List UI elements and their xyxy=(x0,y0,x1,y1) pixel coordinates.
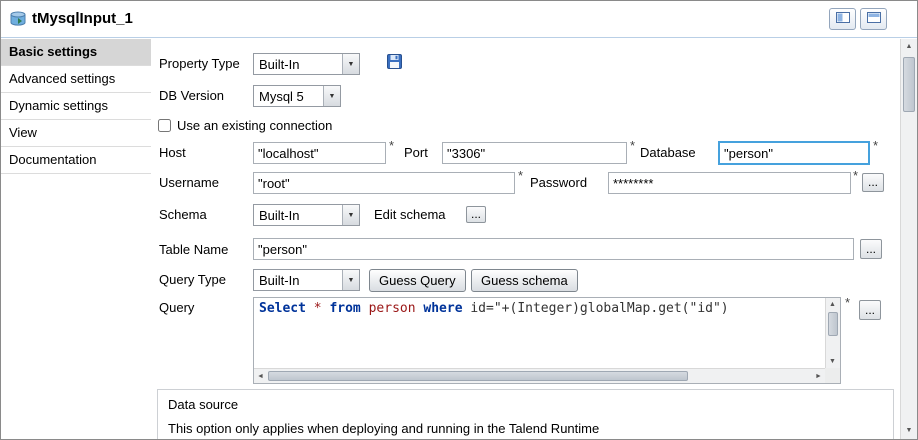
tab-advanced-settings[interactable]: Advanced settings xyxy=(1,66,151,93)
guess-schema-button[interactable]: Guess schema xyxy=(471,269,578,292)
property-type-value: Built-In xyxy=(254,54,342,74)
scrollbar-corner xyxy=(825,368,840,383)
password-input[interactable] xyxy=(608,172,851,194)
db-version-label: DB Version xyxy=(159,85,224,107)
database-required-marker: * xyxy=(873,138,878,153)
database-input[interactable] xyxy=(719,142,869,164)
tab-view[interactable]: View xyxy=(1,120,151,147)
schema-label: Schema xyxy=(159,204,207,226)
mysql-input-component-icon xyxy=(9,11,27,32)
query-type-value: Built-In xyxy=(254,270,342,290)
query-type-select[interactable]: Built-In ▼ xyxy=(253,269,360,291)
host-input[interactable] xyxy=(253,142,386,164)
edit-schema-label: Edit schema xyxy=(374,204,446,226)
scroll-left-icon[interactable]: ◄ xyxy=(254,370,267,383)
query-vscroll-thumb[interactable] xyxy=(828,312,838,336)
layout-horizontal-icon xyxy=(836,10,850,28)
chevron-down-icon: ▼ xyxy=(348,277,355,284)
table-name-label: Table Name xyxy=(159,239,228,261)
component-settings-panel: tMysqlInput_1 Basic settings Advanced se… xyxy=(0,0,918,440)
panel-vertical-scrollbar[interactable]: ▲ ▼ xyxy=(900,39,917,439)
query-editor[interactable]: Select * from person where id="+(Integer… xyxy=(253,297,841,384)
header: tMysqlInput_1 xyxy=(1,1,917,38)
database-label: Database xyxy=(640,142,696,164)
username-input[interactable] xyxy=(253,172,515,194)
layout-horizontal-button[interactable] xyxy=(829,8,856,30)
scroll-up-icon[interactable]: ▲ xyxy=(826,298,839,311)
query-required-marker: * xyxy=(845,295,850,310)
db-version-value: Mysql 5 xyxy=(254,86,323,106)
password-required-marker: * xyxy=(853,168,858,183)
chevron-down-icon: ▼ xyxy=(348,61,355,68)
username-required-marker: * xyxy=(518,168,523,183)
query-label: Query xyxy=(159,297,194,319)
data-source-description: This option only applies when deploying … xyxy=(168,421,599,436)
schema-select[interactable]: Built-In ▼ xyxy=(253,204,360,226)
query-ellipsis-button[interactable]: ... xyxy=(859,300,881,320)
tab-basic-settings[interactable]: Basic settings xyxy=(1,39,151,66)
component-title: tMysqlInput_1 xyxy=(32,10,133,27)
query-hscroll-thumb[interactable] xyxy=(268,371,688,381)
layout-vertical-button[interactable] xyxy=(860,8,887,30)
floppy-disk-icon xyxy=(387,54,402,69)
username-label: Username xyxy=(159,172,219,194)
scroll-down-icon[interactable]: ▼ xyxy=(826,355,839,368)
db-version-select[interactable]: Mysql 5 ▼ xyxy=(253,85,341,107)
settings-tabs-sidebar: Basic settings Advanced settings Dynamic… xyxy=(1,39,151,439)
port-label: Port xyxy=(404,142,428,164)
port-required-marker: * xyxy=(630,138,635,153)
property-type-label: Property Type xyxy=(159,53,240,75)
query-text[interactable]: Select * from person where id="+(Integer… xyxy=(254,298,825,368)
data-source-group: Data source This option only applies whe… xyxy=(157,389,894,439)
query-horizontal-scrollbar[interactable]: ◄ ► xyxy=(254,368,825,383)
query-vertical-scrollbar[interactable]: ▲ ▼ xyxy=(825,298,840,368)
chevron-down-icon: ▼ xyxy=(348,212,355,219)
scroll-up-icon[interactable]: ▲ xyxy=(901,39,917,55)
chevron-down-icon: ▼ xyxy=(329,93,336,100)
query-type-label: Query Type xyxy=(159,269,226,291)
property-type-select[interactable]: Built-In ▼ xyxy=(253,53,360,75)
table-name-ellipsis-button[interactable]: ... xyxy=(860,239,882,259)
table-name-input[interactable] xyxy=(253,238,854,260)
edit-schema-ellipsis-button[interactable]: ... xyxy=(466,206,486,223)
use-existing-connection-label: Use an existing connection xyxy=(177,115,332,137)
tab-dynamic-settings[interactable]: Dynamic settings xyxy=(1,93,151,120)
guess-query-button[interactable]: Guess Query xyxy=(369,269,466,292)
schema-value: Built-In xyxy=(254,205,342,225)
basic-settings-form: Property Type Built-In ▼ DB Version Mysq… xyxy=(151,39,900,439)
password-ellipsis-button[interactable]: ... xyxy=(862,173,884,192)
scroll-right-icon[interactable]: ► xyxy=(812,370,825,383)
layout-vertical-icon xyxy=(867,10,881,28)
host-label: Host xyxy=(159,142,186,164)
password-label: Password xyxy=(530,172,587,194)
panel-vscroll-thumb[interactable] xyxy=(903,57,915,112)
scroll-down-icon[interactable]: ▼ xyxy=(901,423,917,439)
data-source-title: Data source xyxy=(168,397,238,412)
save-property-button[interactable] xyxy=(387,54,402,74)
host-required-marker: * xyxy=(389,138,394,153)
use-existing-connection-checkbox[interactable] xyxy=(158,119,171,132)
tab-documentation[interactable]: Documentation xyxy=(1,147,151,174)
port-input[interactable] xyxy=(442,142,627,164)
